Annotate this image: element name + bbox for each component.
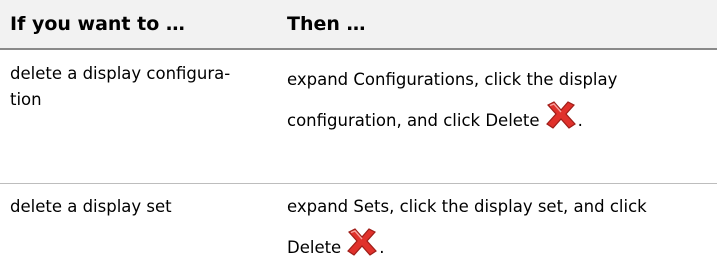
row-task-text: delete a display configura- — [10, 64, 231, 83]
row-instruction-text: expand Configurations, click the display — [287, 70, 618, 89]
table-header-row: If you want to … Then … — [0, 0, 717, 50]
row-instruction-line: Delete. — [287, 227, 712, 268]
row-instruction-period: . — [577, 111, 583, 130]
row-instruction-text: expand Sets, click the display set, and … — [287, 197, 647, 216]
row-instruction-line: configuration, and click Delete. — [287, 100, 712, 141]
row-instruction-text: Delete — [287, 238, 342, 257]
row-task-text: tion — [10, 90, 42, 109]
table-row: delete a display set expand Sets, click … — [0, 184, 717, 268]
header-if-you-want-to: If you want to … — [10, 13, 185, 35]
row-instruction-text: configuration, and click Delete — [287, 111, 540, 130]
row-task-text: delete a display set — [10, 197, 172, 216]
delete-x-icon — [347, 228, 378, 256]
procedure-table: If you want to … Then … delete a display… — [0, 0, 717, 268]
header-then: Then … — [287, 13, 366, 35]
row-instruction-period: . — [379, 238, 385, 257]
row-task-cell: delete a display configura- tion — [10, 61, 255, 113]
table-row: delete a display configura- tion expand … — [0, 50, 717, 184]
row-instruction-cell: expand Configurations, click the display… — [287, 60, 712, 141]
row-instruction-cell: expand Sets, click the display set, and … — [287, 187, 712, 268]
row-task-cell: delete a display set — [10, 194, 255, 220]
delete-x-icon — [545, 101, 576, 129]
